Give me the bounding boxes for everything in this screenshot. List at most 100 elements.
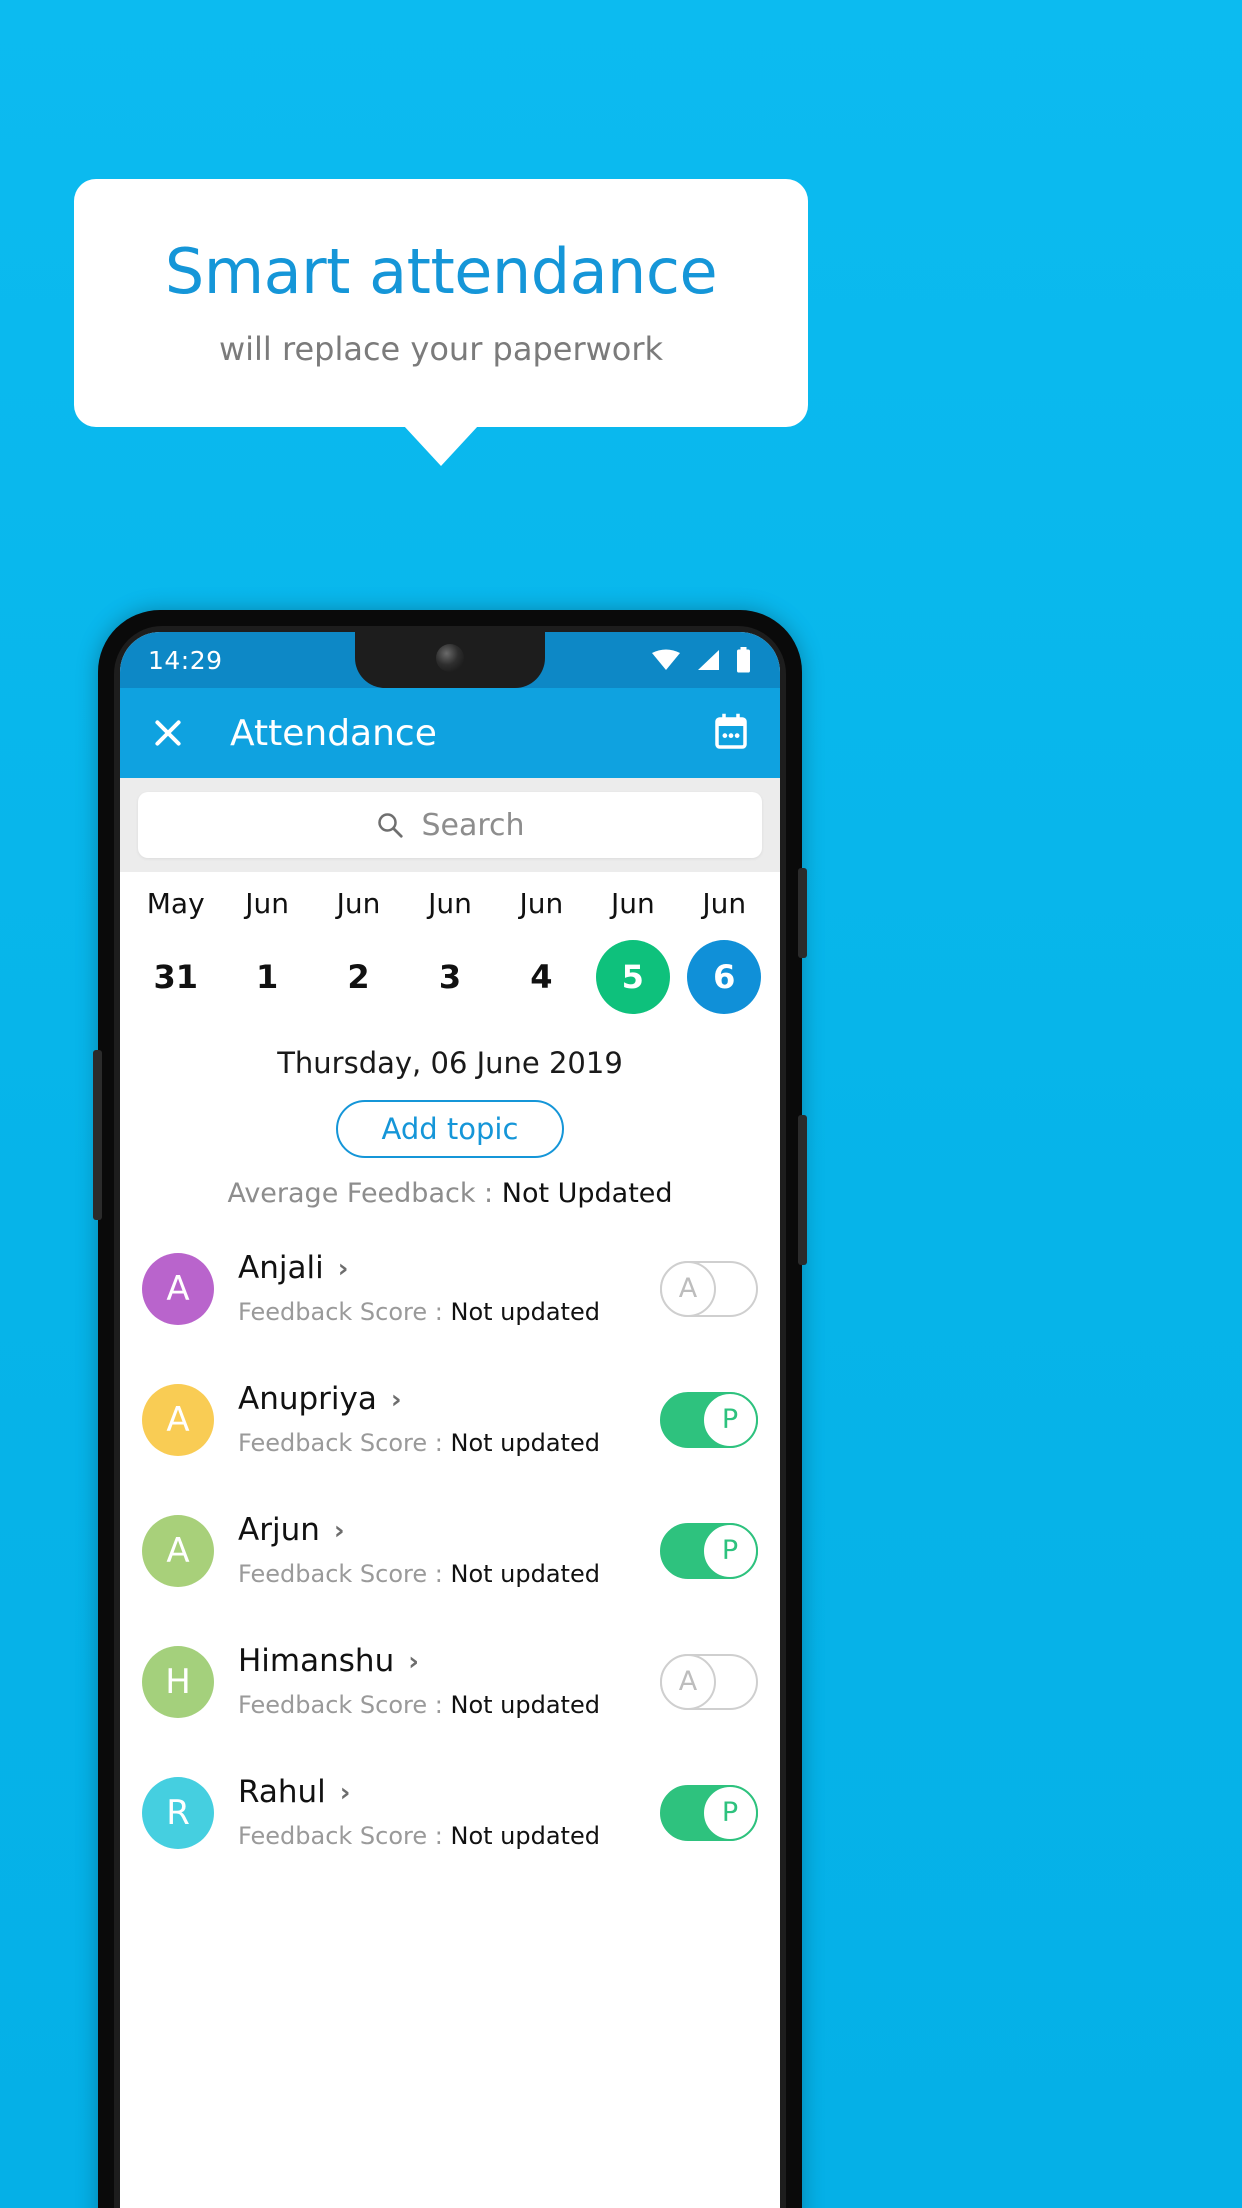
chevron-right-icon[interactable]: › bbox=[340, 1780, 351, 1806]
date-month: May bbox=[146, 887, 205, 920]
date-cell-2[interactable]: Jun 2 bbox=[313, 890, 404, 1014]
student-feedback: Feedback Score : Not updated bbox=[238, 1560, 660, 1588]
feedback-label: Feedback Score : bbox=[238, 1559, 451, 1588]
feedback-value: Not updated bbox=[450, 1559, 600, 1588]
attendance-toggle-knob: P bbox=[702, 1784, 758, 1841]
phone-left-button[interactable] bbox=[93, 1050, 102, 1220]
feedback-label: Feedback Score : bbox=[238, 1821, 451, 1850]
student-feedback: Feedback Score : Not updated bbox=[238, 1429, 660, 1457]
avatar: A bbox=[142, 1383, 214, 1456]
promo-bubble-tail bbox=[404, 426, 478, 466]
chevron-right-icon[interactable]: › bbox=[408, 1649, 419, 1675]
chevron-right-icon[interactable]: › bbox=[338, 1256, 349, 1282]
student-name-line[interactable]: Himanshu › bbox=[238, 1644, 660, 1678]
student-name-line[interactable]: Anjali › bbox=[238, 1251, 660, 1285]
student-info: Arjun › Feedback Score : Not updated bbox=[238, 1513, 660, 1587]
student-name-line[interactable]: Arjun › bbox=[238, 1513, 660, 1547]
avatar: H bbox=[142, 1645, 214, 1718]
calendar-icon[interactable] bbox=[710, 712, 752, 754]
attendance-toggle[interactable]: P bbox=[660, 1391, 758, 1448]
page-title: Attendance bbox=[230, 712, 437, 754]
date-number: 6 bbox=[687, 940, 762, 1014]
date-number: 5 bbox=[595, 940, 670, 1014]
student-feedback: Feedback Score : Not updated bbox=[238, 1691, 660, 1719]
date-cell-6[interactable]: Jun 6 bbox=[679, 890, 770, 1014]
date-number: 4 bbox=[530, 958, 553, 996]
student-row[interactable]: A Anjali › Feedback Score : Not updated A bbox=[120, 1223, 780, 1354]
date-month: Jun bbox=[336, 887, 381, 920]
average-feedback-value: Not Updated bbox=[501, 1178, 673, 1209]
phone-volume-button[interactable] bbox=[798, 1115, 807, 1265]
attendance-toggle[interactable]: A bbox=[660, 1260, 758, 1317]
signal-icon bbox=[698, 650, 719, 670]
student-row[interactable]: A Arjun › Feedback Score : Not updated P bbox=[120, 1485, 780, 1616]
selected-day-label: Thursday, 06 June 2019 bbox=[277, 1046, 623, 1080]
promo-screenshot: Smart attendance will replace your paper… bbox=[0, 0, 1242, 2208]
date-cell-3[interactable]: Jun 3 bbox=[404, 890, 495, 1014]
avatar: R bbox=[142, 1776, 214, 1849]
date-cell-5[interactable]: Jun 5 bbox=[587, 890, 678, 1014]
search-area: Search bbox=[120, 778, 780, 872]
date-cell-31[interactable]: May 31 bbox=[130, 890, 221, 1014]
feedback-label: Feedback Score : bbox=[238, 1690, 451, 1719]
chevron-right-icon[interactable]: › bbox=[334, 1518, 345, 1544]
chevron-right-icon[interactable]: › bbox=[391, 1387, 402, 1413]
average-feedback-label: Average Feedback : bbox=[227, 1178, 502, 1209]
student-name-line[interactable]: Anupriya › bbox=[238, 1382, 660, 1416]
phone-mockup: 14:29 Attendance Search May 31 Jun 1 Jun… bbox=[93, 610, 807, 2208]
date-number: 2 bbox=[347, 958, 370, 996]
date-month: Jun bbox=[428, 887, 472, 920]
feedback-label: Feedback Score : bbox=[238, 1297, 451, 1326]
date-cell-1[interactable]: Jun 1 bbox=[221, 890, 312, 1014]
date-month: Jun bbox=[702, 887, 747, 920]
student-feedback: Feedback Score : Not updated bbox=[238, 1822, 660, 1850]
attendance-toggle-knob: P bbox=[702, 1391, 758, 1448]
date-strip: May 31 Jun 1 Jun 2 Jun 3 Jun 4 Jun 5 Jun 6 bbox=[120, 872, 780, 1020]
phone-power-button[interactable] bbox=[798, 868, 807, 958]
student-row[interactable]: A Anupriya › Feedback Score : Not updated P bbox=[120, 1354, 780, 1485]
student-row[interactable]: H Himanshu › Feedback Score : Not updated A bbox=[120, 1616, 780, 1747]
attendance-toggle-knob: P bbox=[702, 1522, 758, 1579]
status-icons bbox=[651, 647, 752, 673]
attendance-toggle[interactable]: P bbox=[660, 1522, 758, 1579]
avatar: A bbox=[142, 1252, 214, 1325]
date-month: Jun bbox=[519, 887, 564, 920]
attendance-toggle-knob: A bbox=[660, 1653, 716, 1710]
attendance-toggle-knob: A bbox=[660, 1260, 716, 1317]
close-icon[interactable] bbox=[148, 713, 188, 753]
date-month: Jun bbox=[610, 887, 655, 920]
battery-icon bbox=[737, 647, 750, 673]
feedback-value: Not updated bbox=[450, 1821, 600, 1850]
student-feedback: Feedback Score : Not updated bbox=[238, 1298, 660, 1326]
feedback-value: Not updated bbox=[450, 1297, 600, 1326]
phone-notch bbox=[355, 632, 545, 688]
feedback-value: Not updated bbox=[450, 1690, 600, 1719]
status-time: 14:29 bbox=[148, 645, 223, 675]
student-row[interactable]: R Rahul › Feedback Score : Not updated P bbox=[120, 1747, 780, 1878]
student-info: Anjali › Feedback Score : Not updated bbox=[238, 1251, 660, 1325]
wifi-icon bbox=[652, 649, 680, 670]
search-icon bbox=[378, 813, 404, 838]
attendance-toggle[interactable]: P bbox=[660, 1784, 758, 1841]
student-info: Rahul › Feedback Score : Not updated bbox=[238, 1775, 660, 1849]
promo-title: Smart attendance bbox=[164, 235, 718, 308]
attendance-toggle[interactable]: A bbox=[660, 1653, 758, 1710]
add-topic-button[interactable]: Add topic bbox=[335, 1100, 565, 1158]
search-input[interactable]: Search bbox=[138, 792, 762, 858]
app-bar: Attendance bbox=[120, 688, 780, 778]
phone-screen: 14:29 Attendance Search May 31 Jun 1 Jun… bbox=[120, 632, 780, 2208]
student-name-line[interactable]: Rahul › bbox=[238, 1775, 660, 1809]
front-camera-icon bbox=[436, 644, 464, 672]
student-name: Anupriya bbox=[238, 1381, 377, 1418]
student-info: Himanshu › Feedback Score : Not updated bbox=[238, 1644, 660, 1718]
feedback-value: Not updated bbox=[450, 1428, 600, 1457]
date-cell-4[interactable]: Jun 4 bbox=[496, 890, 587, 1014]
student-info: Anupriya › Feedback Score : Not updated bbox=[238, 1382, 660, 1456]
avatar: A bbox=[142, 1514, 214, 1587]
student-name: Rahul bbox=[238, 1774, 326, 1811]
student-name: Anjali bbox=[238, 1250, 324, 1287]
search-placeholder: Search bbox=[421, 807, 525, 843]
student-name: Himanshu bbox=[238, 1643, 395, 1680]
date-number: 1 bbox=[255, 958, 279, 996]
date-number: 3 bbox=[438, 958, 462, 996]
